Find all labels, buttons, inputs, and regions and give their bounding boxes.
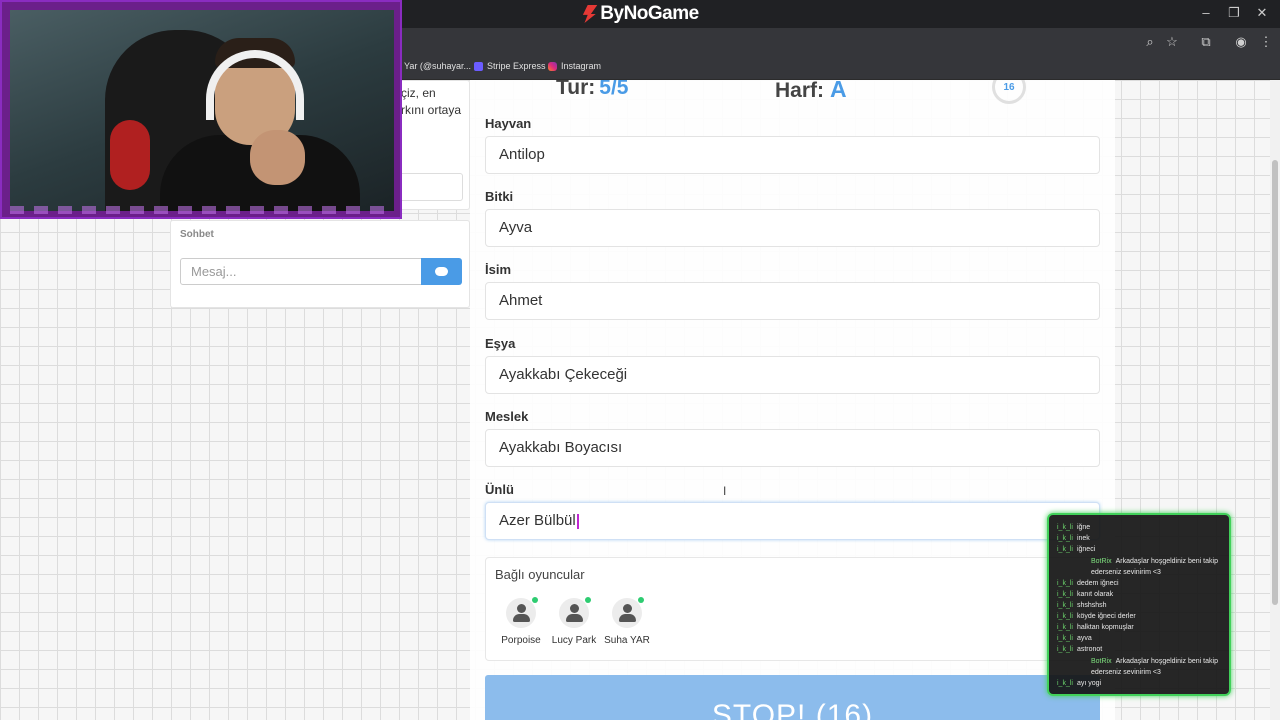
bolt-icon	[582, 5, 598, 23]
field-input-esya[interactable]: Ayakkabı Çekeceği	[485, 356, 1100, 394]
user-avatar-icon	[506, 597, 538, 628]
round-indicator: Tur: 5/5	[556, 80, 628, 100]
players-title: Bağlı oyuncular	[495, 567, 585, 582]
stream-chat-message: i_k_li iğneci	[1057, 545, 1095, 554]
stream-chat-message: i_k_li köyde iğneci derler	[1057, 612, 1136, 621]
text-cursor-icon: I	[723, 484, 727, 498]
stream-chat-text: ayva	[1076, 635, 1092, 642]
stream-chat-text: köyde iğneci derler	[1076, 613, 1136, 620]
zoom-icon[interactable]: ⌕	[1142, 34, 1158, 50]
close-icon[interactable]: ✕	[1252, 5, 1272, 21]
stream-chat-message: i_k_li dedem iğneci	[1057, 579, 1119, 588]
bookmark-star-icon[interactable]: ☆	[1164, 34, 1180, 50]
chat-panel: Sohbet Mesaj...	[170, 220, 470, 308]
user-avatar-icon	[559, 597, 591, 628]
stream-chat-message: i_k_li inek	[1057, 534, 1090, 543]
stream-chat-user: i_k_li	[1057, 624, 1073, 631]
minimize-icon[interactable]: –	[1196, 5, 1216, 20]
stream-chat-message: i_k_li astronot	[1057, 645, 1102, 654]
player-item: Suha YAR	[592, 597, 662, 646]
stream-chat-user: i_k_li	[1057, 680, 1073, 687]
chat-message-input[interactable]: Mesaj...	[180, 258, 422, 285]
field-label-meslek: Meslek	[485, 409, 529, 424]
stream-chat-user: i_k_li	[1057, 613, 1073, 620]
comment-icon	[435, 267, 448, 276]
stream-chat-message: i_k_li shshshsh	[1057, 601, 1107, 610]
game-panel: Tur: 5/5 Harf: A 16 Hayvan Antilop Bitki A…	[470, 80, 1115, 720]
stream-chat-text: iğneci	[1076, 546, 1096, 553]
field-label-unlu: Ünlü	[485, 482, 514, 497]
stop-button[interactable]: STOP! (16)	[485, 675, 1100, 720]
stream-chat-user: i_k_li	[1057, 535, 1073, 542]
stream-chat-user: i_k_li	[1057, 524, 1073, 531]
stream-chat-text: iğne	[1076, 524, 1091, 531]
stream-chat-message: i_k_li kanıt olarak	[1057, 590, 1113, 599]
stream-chat-message: i_k_li ayva	[1057, 634, 1092, 643]
stream-chat-user: BotRix	[1091, 558, 1112, 565]
stream-chat-text: kanıt olarak	[1076, 591, 1114, 598]
text-caret	[576, 513, 579, 529]
chat-send-button[interactable]	[421, 258, 462, 285]
stream-chat-text: shshshsh	[1076, 602, 1107, 609]
field-input-isim[interactable]: Ahmet	[485, 282, 1100, 320]
field-label-bitki: Bitki	[485, 189, 514, 204]
letter-indicator: Harf: A	[775, 80, 847, 103]
stream-chat-message: BotRix Arkadaşlar hoşgeldiniz beni takip …	[1091, 556, 1225, 578]
stream-chat-text: astronot	[1076, 646, 1103, 653]
field-input-unlu[interactable]: Azer Bülbül	[485, 502, 1100, 540]
stream-chat-overlay: i_k_li iğne i_k_li inek i_k_li iğneci BotRix Ar…	[1047, 513, 1231, 696]
field-label-isim: İsim	[485, 262, 512, 277]
round-value: 5/5	[599, 80, 629, 99]
brand-name: ByNoGame	[600, 3, 699, 24]
page-scrollbar[interactable]	[1270, 80, 1280, 720]
player-name: Suha YAR	[604, 635, 650, 646]
stream-chat-message: i_k_li halktan kopmuşlar	[1057, 623, 1134, 632]
menu-icon[interactable]: ⋮	[1258, 34, 1274, 50]
stream-chat-user: i_k_li	[1057, 591, 1073, 598]
connected-players: Bağlı oyuncular Porpoise Lucy Park Suha …	[485, 557, 1100, 661]
stream-chat-user: i_k_li	[1057, 646, 1073, 653]
brand-logo: ByNoGame	[581, 3, 699, 25]
stream-chat-text: dedem iğneci	[1076, 580, 1119, 587]
letter-value: A	[830, 80, 847, 102]
countdown-timer: 16	[992, 80, 1026, 104]
restore-icon[interactable]: ❐	[1224, 5, 1244, 21]
scrollbar-thumb[interactable]	[1272, 160, 1278, 605]
stream-chat-user: i_k_li	[1057, 635, 1073, 642]
user-avatar-icon	[612, 597, 644, 628]
bookmark-item[interactable]: Stripe Express	[474, 61, 546, 71]
stream-chat-message: BotRix Arkadaşlar hoşgeldiniz beni takip …	[1091, 656, 1225, 678]
bookmark-item[interactable]: Instagram	[548, 61, 601, 71]
info-text: çiz, en rkını ortaya	[401, 86, 462, 117]
chat-title: Sohbet	[180, 229, 214, 240]
stream-chat-user: i_k_li	[1057, 580, 1073, 587]
webcam-feed	[10, 10, 394, 211]
stream-chat-user: i_k_li	[1057, 602, 1073, 609]
info-input[interactable]	[397, 173, 463, 201]
stream-chat-message: i_k_li iğne	[1057, 523, 1090, 532]
webcam-overlay	[0, 0, 402, 219]
online-indicator	[638, 597, 644, 603]
field-label-hayvan: Hayvan	[485, 116, 532, 131]
field-input-hayvan[interactable]: Antilop	[485, 136, 1100, 174]
stream-chat-text: halktan kopmuşlar	[1076, 624, 1134, 631]
online-indicator	[532, 597, 538, 603]
stream-chat-text: inek	[1076, 535, 1090, 542]
profile-icon[interactable]: ◉	[1233, 34, 1249, 50]
field-input-bitki[interactable]: Ayva	[485, 209, 1100, 247]
stream-chat-text: ayı yogi	[1076, 680, 1102, 687]
bookmark-item[interactable]: Yar (@suhayar...	[404, 61, 471, 71]
stripe-icon	[474, 61, 483, 71]
instagram-icon	[548, 61, 557, 71]
stream-chat-user: i_k_li	[1057, 546, 1073, 553]
stream-chat-user: BotRix	[1091, 658, 1112, 665]
online-indicator	[585, 597, 591, 603]
extensions-icon[interactable]: ⧉	[1198, 34, 1214, 50]
field-input-meslek[interactable]: Ayakkabı Boyacısı	[485, 429, 1100, 467]
field-label-esya: Eşya	[485, 336, 516, 351]
stream-chat-message: i_k_li ayı yogi	[1057, 679, 1101, 688]
